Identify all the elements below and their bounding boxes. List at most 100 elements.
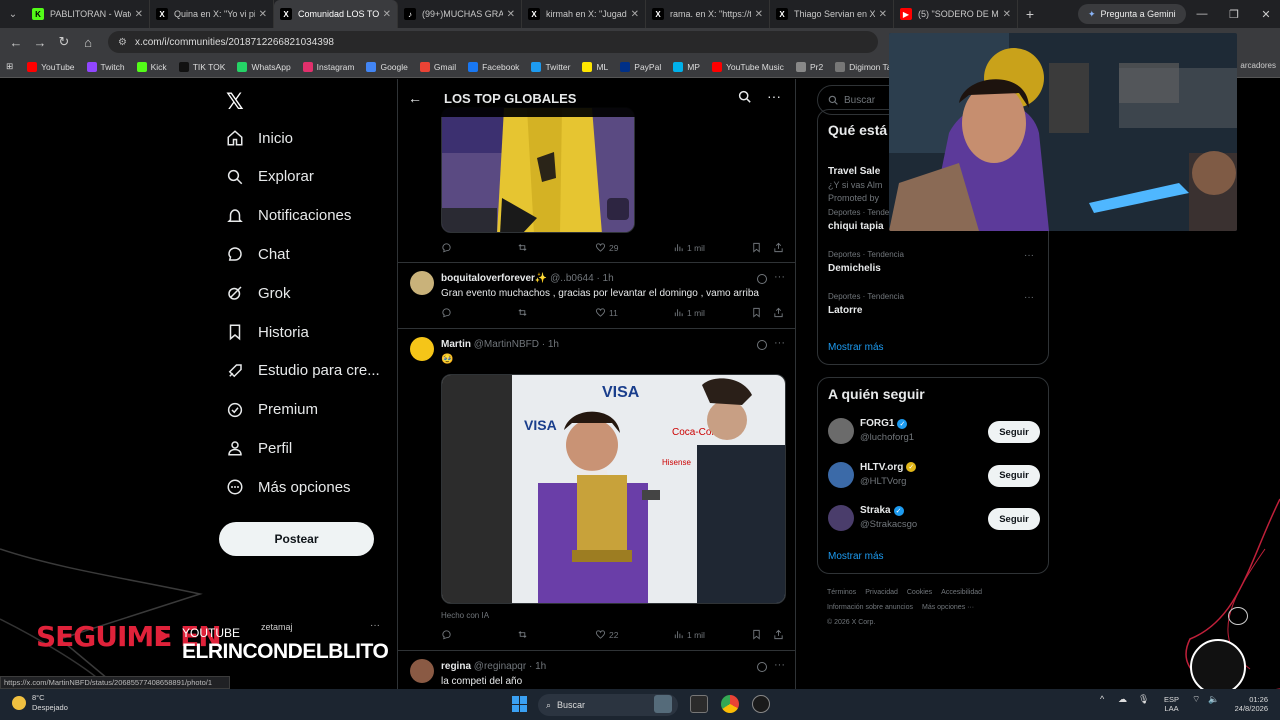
clock[interactable]: 01:26 24/8/2026: [1226, 695, 1268, 713]
follow-button[interactable]: Seguir: [988, 464, 1040, 487]
language-indicator[interactable]: ESP LAA: [1164, 695, 1179, 713]
footer-link[interactable]: Privacidad: [865, 589, 898, 596]
tweet[interactable]: boquitaloverforever✨ @..b0644 · 1h ··· Gra…: [398, 263, 795, 329]
author-handle[interactable]: @MartinNBFD: [474, 339, 539, 350]
author-handle[interactable]: @reginapqr: [474, 661, 526, 672]
bookmark-item[interactable]: ML: [582, 61, 608, 72]
follow-button[interactable]: Seguir: [988, 421, 1040, 443]
close-tab-icon[interactable]: ✕: [755, 9, 763, 20]
browser-tab[interactable]: X Comunidad LOS TOP ✕: [274, 0, 398, 28]
nav-item[interactable]: Perfil: [226, 439, 292, 457]
wifi-icon[interactable]: ⌔: [1192, 695, 1200, 704]
account-name[interactable]: Straka ✓: [860, 505, 904, 516]
views-button[interactable]: 1 mil: [673, 307, 705, 318]
windows-start-icon[interactable]: [512, 696, 528, 712]
site-info-icon[interactable]: ⚙: [118, 37, 127, 48]
trends-show-more-link[interactable]: Mostrar más: [828, 342, 884, 353]
avatar[interactable]: [828, 418, 854, 444]
grok-explain-icon[interactable]: [757, 662, 767, 672]
avatar[interactable]: [410, 337, 434, 361]
nav-item[interactable]: Grok: [226, 284, 291, 302]
account-name[interactable]: FORG1 ✓: [860, 418, 908, 429]
browser-tab[interactable]: X Quina en X: "Yo vi pir ✕: [150, 0, 274, 28]
bookmark-item[interactable]: MP: [673, 61, 700, 72]
browser-tab[interactable]: ▶ (5) "SODERO DE MI V ✕: [894, 0, 1018, 28]
reply-button[interactable]: [441, 307, 452, 318]
post-image-trophy[interactable]: VISA VISA Coca-Cola Hisense: [441, 374, 786, 604]
tweet-time[interactable]: · 1h: [529, 661, 546, 672]
nav-item[interactable]: Historia: [226, 323, 309, 341]
avatar[interactable]: [828, 505, 854, 531]
bookmark-item[interactable]: TIK TOK: [178, 61, 225, 72]
tray-app-icon[interactable]: ☁: [1118, 695, 1127, 704]
views-button[interactable]: 1 mil: [673, 629, 705, 640]
home-browser-icon[interactable]: ⌂: [76, 30, 100, 54]
share-button[interactable]: [773, 629, 784, 640]
grok-explain-icon[interactable]: [757, 274, 767, 284]
avatar[interactable]: [410, 271, 434, 295]
weather-widget[interactable]: 8°C Despejado: [12, 693, 68, 713]
tweet-more-icon[interactable]: ···: [774, 337, 785, 349]
grok-explain-icon[interactable]: [757, 340, 767, 350]
who-show-more-link[interactable]: Mostrar más: [828, 551, 884, 562]
bookmark-item[interactable]: Google: [366, 61, 408, 72]
more-options-icon[interactable]: ···: [767, 88, 781, 104]
reload-icon[interactable]: ↻: [52, 30, 76, 54]
back-icon[interactable]: ←: [4, 30, 28, 54]
back-arrow-icon[interactable]: ←: [408, 90, 422, 106]
all-bookmarks-label[interactable]: arcadores: [1240, 61, 1276, 70]
close-tab-icon[interactable]: ✕: [383, 9, 391, 20]
tray-mic-icon[interactable]: 🎙: [1138, 695, 1149, 704]
bookmark-item[interactable]: WhatsApp: [237, 61, 291, 72]
nav-item[interactable]: Inicio: [226, 129, 293, 147]
bookmark-item[interactable]: YouTube: [27, 61, 75, 72]
nav-item[interactable]: Estudio para cre...: [226, 362, 380, 380]
tweet[interactable]: regina @reginapqr · 1h ··· la competi del …: [398, 651, 795, 689]
post-button[interactable]: Postear: [219, 522, 374, 556]
browser-tab[interactable]: ♪ (99+)MUCHAS GRAC ✕: [398, 0, 522, 28]
author-handle[interactable]: @..b0644: [550, 273, 594, 284]
footer-link[interactable]: © 2026 X Corp.: [827, 619, 875, 626]
bookmark-button[interactable]: [751, 307, 762, 318]
footer-link[interactable]: Información sobre anuncios: [827, 604, 913, 611]
close-tab-icon[interactable]: ✕: [507, 9, 515, 20]
close-tab-icon[interactable]: ✕: [1003, 9, 1011, 20]
follow-suggestion[interactable]: HLTV.org ✓ @HLTVorg Seguir: [828, 461, 1040, 492]
avatar[interactable]: [828, 461, 854, 488]
bookmark-item[interactable]: Instagram: [302, 61, 354, 72]
bookmark-item[interactable]: Pr2: [795, 61, 823, 72]
like-button[interactable]: 22: [595, 629, 618, 640]
tab-search-button[interactable]: ⌄: [0, 0, 26, 28]
nav-item[interactable]: Explorar: [226, 168, 314, 186]
browser-tab[interactable]: Xkirmah en X: "Jugada ✕: [522, 0, 646, 28]
close-tab-icon[interactable]: ✕: [259, 9, 267, 20]
trend-more-icon[interactable]: ···: [1024, 292, 1034, 303]
bookmark-item[interactable]: PayPal: [620, 61, 661, 72]
taskview-icon[interactable]: [690, 695, 708, 713]
reply-button[interactable]: [441, 629, 452, 640]
tweet-time[interactable]: · 1h: [542, 339, 559, 350]
trend-item[interactable]: Deportes · Tendencia Demichelis ···: [828, 250, 1040, 274]
tweet-time[interactable]: · 1h: [596, 273, 613, 284]
close-tab-icon[interactable]: ✕: [631, 9, 639, 20]
volume-icon[interactable]: 🔈: [1208, 695, 1219, 704]
account-name[interactable]: HLTV.org ✓: [860, 462, 917, 473]
follow-suggestion[interactable]: Straka ✓ @Strakacsgo Seguir: [828, 505, 1040, 535]
bookmark-item[interactable]: Facebook: [468, 61, 519, 72]
follow-button[interactable]: Seguir: [988, 508, 1040, 530]
trend-item[interactable]: Deportes · Tendencia Latorre ···: [828, 292, 1040, 316]
author-name[interactable]: Martin: [441, 339, 471, 350]
search-icon[interactable]: [738, 90, 751, 103]
repost-button[interactable]: [517, 307, 528, 318]
tweet-more-icon[interactable]: ···: [774, 271, 785, 283]
minimize-button[interactable]: —: [1186, 0, 1218, 28]
footer-link[interactable]: Más opciones ···: [922, 604, 974, 611]
new-tab-button[interactable]: +: [1018, 6, 1042, 22]
close-window-button[interactable]: ✕: [1250, 0, 1280, 28]
browser-tab[interactable]: K PABLITORAN - Watch ✕: [26, 0, 150, 28]
gemini-button[interactable]: ✦ Pregunta a Gemini: [1078, 4, 1186, 24]
footer-link[interactable]: Términos: [827, 589, 856, 596]
nav-item[interactable]: Chat: [226, 245, 290, 263]
author-name[interactable]: regina: [441, 661, 471, 672]
trend-more-icon[interactable]: ···: [1024, 250, 1034, 261]
